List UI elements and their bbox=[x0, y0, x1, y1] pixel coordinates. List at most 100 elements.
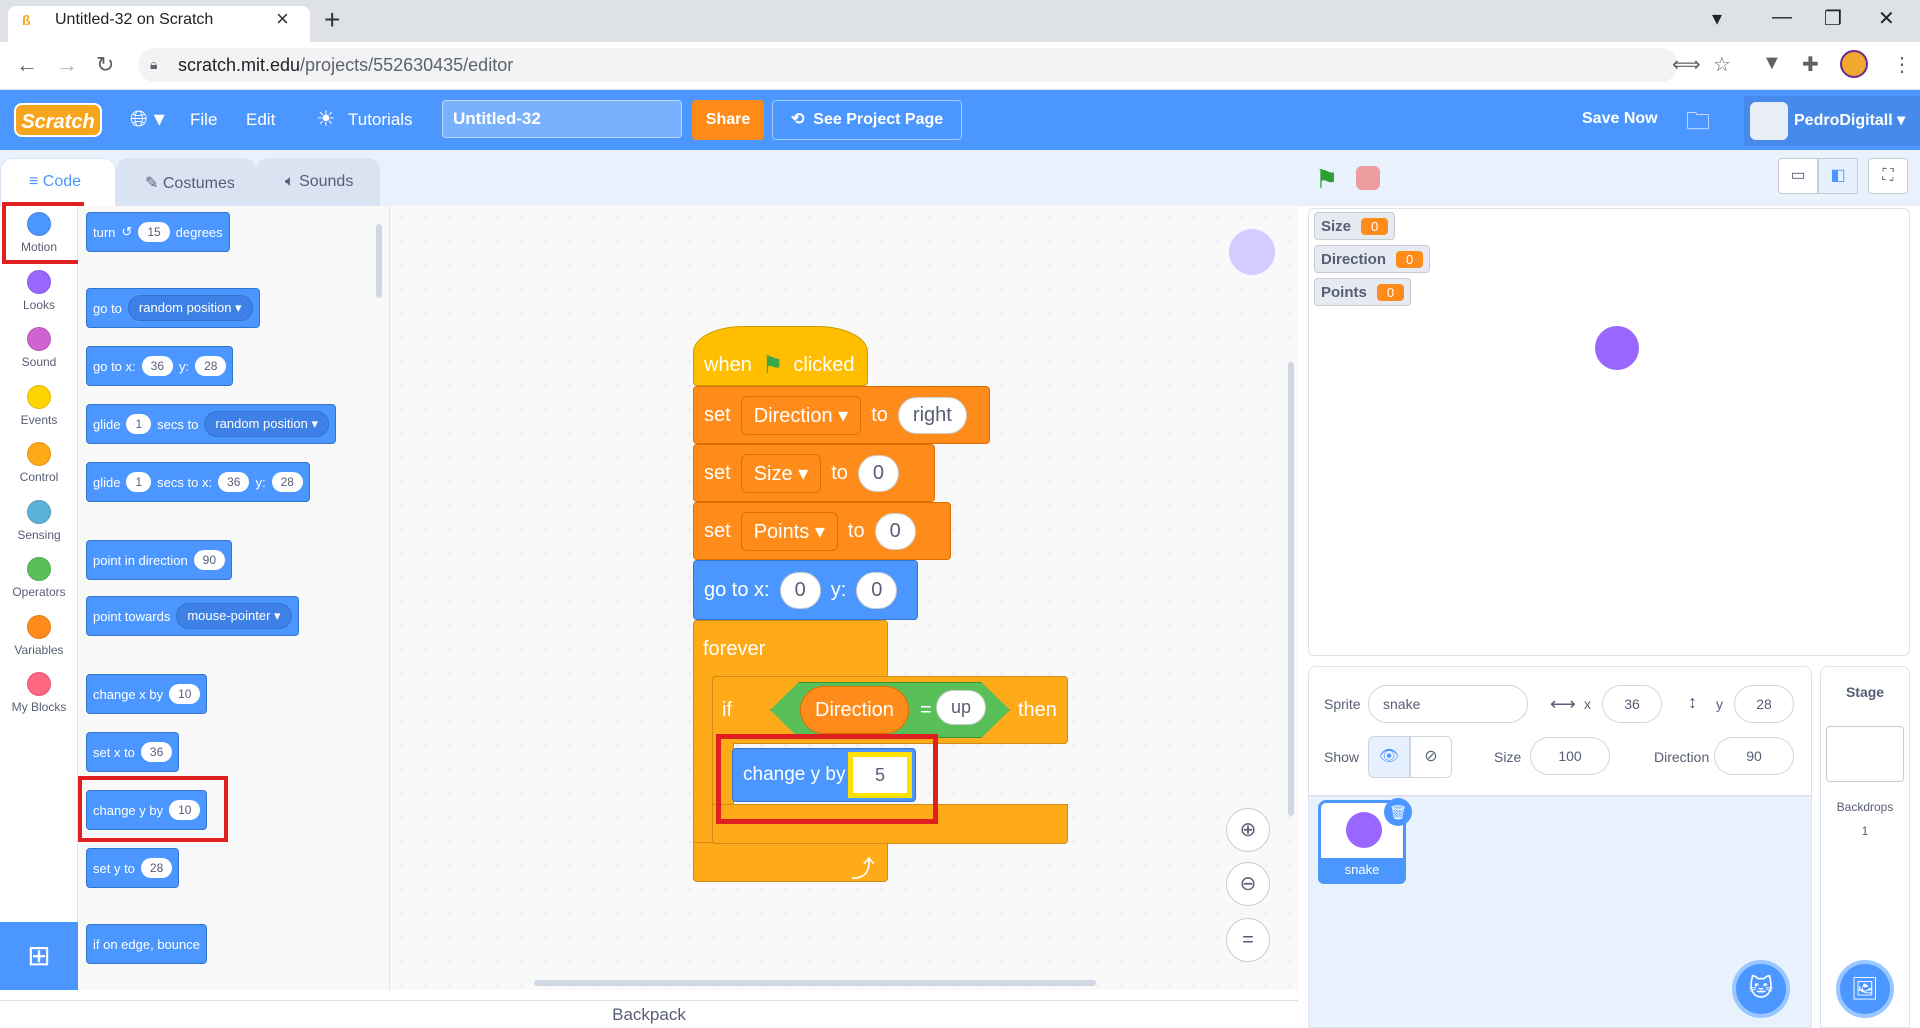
add-backdrop-icon[interactable]: 🖼︎ bbox=[1836, 960, 1894, 1018]
block-glide-to[interactable]: glide 1 secs to random position ▾ bbox=[86, 404, 336, 444]
direction-input[interactable]: 90 bbox=[193, 550, 226, 570]
sprite-name-field[interactable]: snake bbox=[1368, 685, 1528, 723]
tutorials-lightbulb-icon[interactable]: ☀︎ bbox=[316, 106, 336, 132]
y-input[interactable]: 28 bbox=[195, 356, 227, 376]
language-globe-icon[interactable]: 🌐︎ ▾ bbox=[130, 106, 165, 132]
variable-monitor-size[interactable]: Size 0 bbox=[1314, 212, 1396, 240]
category-variables[interactable]: Variables bbox=[0, 614, 78, 671]
category-events[interactable]: Events bbox=[0, 384, 78, 441]
my-stuff-folder-icon[interactable]: 🗀︎ bbox=[1686, 104, 1710, 145]
category-control[interactable]: Control bbox=[0, 442, 78, 498]
reload-icon[interactable]: ↻ bbox=[96, 52, 114, 78]
palette-scrollbar[interactable] bbox=[376, 224, 382, 298]
turn-input[interactable]: 15 bbox=[138, 222, 170, 242]
category-looks[interactable]: Looks bbox=[0, 269, 78, 326]
block-set-y[interactable]: set y to 28 bbox=[86, 848, 180, 888]
file-menu[interactable]: File bbox=[190, 110, 217, 130]
green-flag-run-icon[interactable]: ⚑ bbox=[1315, 164, 1338, 195]
sprite-size-field[interactable]: 100 bbox=[1530, 737, 1610, 775]
see-project-page-button[interactable]: ⟲ See Project Page bbox=[772, 100, 962, 140]
size-value-input[interactable]: 0 bbox=[857, 454, 900, 492]
sprite-x-field[interactable]: 36 bbox=[1602, 685, 1662, 723]
forward-icon[interactable]: → bbox=[56, 52, 78, 78]
go-to-xy-block[interactable]: go to x: 0 y: 0 bbox=[693, 560, 918, 620]
block-go-to-xy[interactable]: go to x: 36 y: 28 bbox=[86, 346, 234, 386]
change-x-input[interactable]: 10 bbox=[169, 684, 201, 704]
profile-dropdown-icon[interactable]: ▾ bbox=[1712, 6, 1722, 31]
back-icon[interactable]: ← bbox=[16, 52, 38, 78]
fullscreen-icon[interactable]: ⛶ bbox=[1868, 158, 1908, 194]
lock-icon[interactable]: 🔒︎ bbox=[150, 56, 157, 73]
block-change-x[interactable]: change x by 10 bbox=[86, 674, 208, 714]
window-close-icon[interactable]: ✕ bbox=[1878, 6, 1895, 31]
goto-x-input[interactable]: 0 bbox=[779, 571, 821, 609]
category-my-blocks[interactable]: My Blocks bbox=[0, 672, 78, 728]
direction-var-dropdown[interactable]: Direction ▾ bbox=[740, 395, 862, 435]
size-var-dropdown[interactable]: Size ▾ bbox=[740, 453, 822, 493]
towards-dropdown[interactable]: mouse-pointer ▾ bbox=[176, 603, 292, 629]
set-size-block[interactable]: set Size ▾ to 0 bbox=[693, 444, 935, 502]
glide-secs-input[interactable]: 1 bbox=[126, 414, 152, 434]
minimize-icon[interactable]: — bbox=[1772, 6, 1792, 29]
browser-menu-icon[interactable]: ⋮ bbox=[1892, 52, 1912, 77]
small-stage-icon[interactable]: ▭ bbox=[1778, 158, 1818, 194]
workspace-vertical-scrollbar[interactable] bbox=[1288, 362, 1294, 816]
project-title-input[interactable]: Untitled-32 bbox=[442, 100, 682, 138]
zoom-out-icon[interactable]: ⊖ bbox=[1226, 862, 1270, 906]
category-operators[interactable]: Operators bbox=[0, 557, 78, 613]
variable-monitor-direction[interactable]: Direction 0 bbox=[1314, 245, 1431, 273]
block-point-in-direction[interactable]: point in direction 90 bbox=[86, 540, 233, 580]
extensions-puzzle-icon[interactable]: ✚ bbox=[1802, 52, 1819, 77]
direction-reporter[interactable]: Direction bbox=[800, 686, 909, 734]
set-y-input[interactable]: 28 bbox=[140, 858, 173, 878]
stage-thumbnail[interactable] bbox=[1826, 726, 1904, 782]
block-point-towards[interactable]: point towards mouse-pointer ▾ bbox=[86, 596, 299, 636]
restore-icon[interactable]: ❐ bbox=[1824, 6, 1842, 31]
category-sound[interactable]: Sound bbox=[0, 327, 78, 383]
show-hidden-eye-icon[interactable]: ⊘ bbox=[1410, 736, 1452, 778]
scratch-logo[interactable]: Scratch bbox=[14, 103, 102, 137]
stage-sprite-snake[interactable] bbox=[1595, 326, 1639, 370]
sprite-y-field[interactable]: 28 bbox=[1734, 685, 1794, 723]
share-button[interactable]: Share bbox=[692, 100, 764, 140]
tab-sounds[interactable]: 🔈︎ Sounds bbox=[256, 158, 380, 206]
add-extension-button[interactable]: ⊞ bbox=[0, 922, 78, 990]
block-turn[interactable]: turn ↺ 15 degrees bbox=[86, 212, 230, 252]
block-set-x[interactable]: set x to 36 bbox=[86, 732, 180, 772]
glide-dropdown[interactable]: random position ▾ bbox=[204, 411, 329, 437]
workspace-horizontal-scrollbar[interactable] bbox=[534, 980, 1096, 986]
stop-icon[interactable] bbox=[1356, 166, 1380, 190]
block-glide-to-xy[interactable]: glide 1 secs to x: 36 y: 28 bbox=[86, 462, 310, 502]
up-value-input[interactable]: up bbox=[936, 690, 987, 725]
new-tab-icon[interactable]: + bbox=[324, 4, 340, 36]
add-sprite-cat-icon[interactable]: 🐱︎ bbox=[1732, 960, 1790, 1018]
tab-costumes[interactable]: ✎ Costumes bbox=[116, 158, 256, 206]
direction-value-input[interactable]: right bbox=[897, 396, 967, 434]
translate-icon[interactable]: ⟺ bbox=[1672, 52, 1701, 77]
category-sensing[interactable]: Sensing bbox=[0, 499, 78, 556]
set-points-block[interactable]: set Points ▾ to 0 bbox=[693, 502, 951, 560]
block-go-to[interactable]: go to random position ▾ bbox=[86, 288, 260, 328]
zoom-reset-icon[interactable]: = bbox=[1226, 918, 1270, 962]
close-tab-icon[interactable]: × bbox=[276, 6, 289, 32]
goto-y-input[interactable]: 0 bbox=[856, 571, 898, 609]
zoom-in-icon[interactable]: ⊕ bbox=[1226, 808, 1270, 852]
extension-filter-icon[interactable]: ▼ bbox=[1762, 52, 1782, 75]
normal-stage-icon[interactable]: ◧ bbox=[1818, 158, 1858, 194]
variable-monitor-points[interactable]: Points 0 bbox=[1314, 278, 1412, 306]
tab-code[interactable]: ≡ Code bbox=[0, 158, 116, 206]
points-value-input[interactable]: 0 bbox=[874, 512, 916, 550]
set-direction-block[interactable]: set Direction ▾ to right bbox=[693, 386, 990, 444]
edit-menu[interactable]: Edit bbox=[246, 110, 275, 130]
block-bounce[interactable]: if on edge, bounce bbox=[86, 924, 207, 964]
save-now-button[interactable]: Save Now bbox=[1582, 110, 1658, 128]
stage-canvas[interactable] bbox=[1308, 208, 1910, 656]
points-var-dropdown[interactable]: Points ▾ bbox=[740, 511, 838, 551]
set-x-input[interactable]: 36 bbox=[140, 742, 173, 762]
backpack[interactable]: Backpack bbox=[0, 1000, 1298, 1028]
sprite-direction-field[interactable]: 90 bbox=[1714, 737, 1794, 775]
tutorials-menu[interactable]: Tutorials bbox=[348, 110, 413, 130]
when-flag-clicked-block[interactable]: when ⚑ clicked bbox=[693, 326, 868, 386]
x-input[interactable]: 36 bbox=[218, 472, 250, 492]
profile-avatar-icon[interactable] bbox=[1840, 50, 1868, 78]
